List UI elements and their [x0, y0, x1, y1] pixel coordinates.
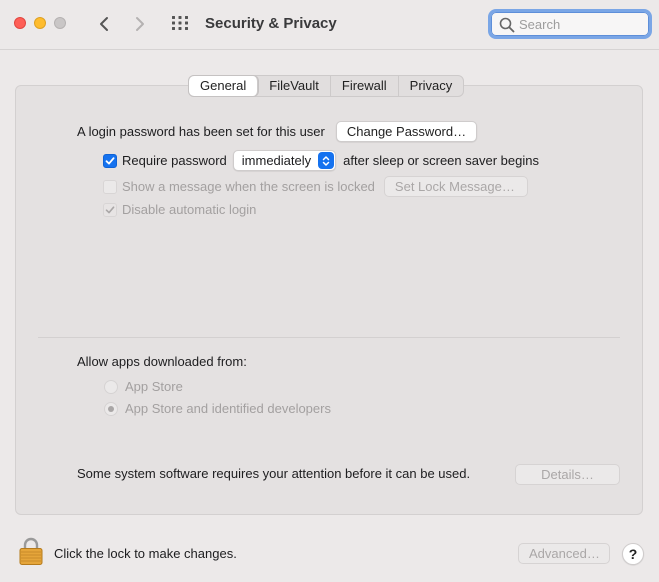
- allow-apps-heading: Allow apps downloaded from:: [77, 354, 247, 369]
- search-field[interactable]: [488, 9, 652, 39]
- tab-firewall[interactable]: Firewall: [331, 76, 399, 96]
- security-privacy-window: Security & Privacy General FileVault Fir…: [0, 0, 659, 582]
- tab-general[interactable]: General: [189, 76, 259, 96]
- title-bar: Security & Privacy: [0, 0, 659, 50]
- require-password-value: immediately: [241, 153, 312, 168]
- lock-button[interactable]: [18, 536, 44, 569]
- show-all-button[interactable]: [170, 14, 192, 34]
- lock-icon: [19, 537, 43, 565]
- section-divider: [38, 337, 620, 338]
- chevron-left-icon: [100, 17, 108, 31]
- radio-app-store-label: App Store: [125, 379, 183, 394]
- advanced-button[interactable]: Advanced…: [518, 543, 610, 564]
- lock-text: Click the lock to make changes.: [54, 546, 237, 561]
- change-password-button[interactable]: Change Password…: [335, 121, 478, 142]
- forward-button[interactable]: [128, 12, 152, 36]
- radio-identified-developers-label: App Store and identified developers: [125, 401, 331, 416]
- minimize-window-button[interactable]: [34, 17, 46, 29]
- require-password-checkbox[interactable]: [103, 153, 117, 168]
- disable-auto-login-label: Disable automatic login: [122, 202, 257, 217]
- details-button[interactable]: Details…: [515, 464, 620, 485]
- radio-identified-developers-row: App Store and identified developers: [104, 401, 331, 416]
- after-sleep-text: after sleep or screen saver begins: [343, 153, 539, 168]
- radio-app-store[interactable]: [104, 379, 118, 394]
- tab-privacy[interactable]: Privacy: [399, 76, 464, 96]
- login-password-row: A login password has been set for this u…: [77, 121, 478, 142]
- checkmark-icon: [105, 205, 115, 213]
- zoom-window-button[interactable]: [54, 17, 66, 29]
- show-message-checkbox[interactable]: [103, 179, 117, 194]
- require-password-row: Require password immediately after sleep…: [103, 150, 539, 171]
- tab-filevault[interactable]: FileVault: [258, 76, 331, 96]
- radio-selected-dot: [108, 405, 114, 412]
- disable-auto-login-checkbox[interactable]: [103, 202, 117, 217]
- window-title: Security & Privacy: [205, 15, 337, 32]
- advanced-button-wrap: Advanced…: [518, 543, 610, 564]
- set-lock-message-button[interactable]: Set Lock Message…: [383, 176, 528, 197]
- radio-identified-developers[interactable]: [104, 401, 118, 416]
- checkmark-icon: [105, 156, 115, 164]
- help-button[interactable]: ?: [622, 543, 644, 565]
- show-message-row: Show a message when the screen is locked…: [103, 176, 528, 197]
- close-window-button[interactable]: [14, 17, 26, 29]
- back-button[interactable]: [92, 12, 116, 36]
- search-icon: [499, 17, 515, 33]
- tab-bar: General FileVault Firewall Privacy: [188, 75, 465, 97]
- details-button-wrap: Details…: [515, 464, 620, 485]
- disable-auto-login-row: Disable automatic login: [103, 202, 256, 217]
- search-input[interactable]: [519, 15, 643, 33]
- radio-app-store-row: App Store: [104, 379, 183, 394]
- system-software-text: Some system software requires your atten…: [77, 466, 471, 481]
- require-password-popup[interactable]: immediately: [232, 150, 337, 171]
- chevron-right-icon: [136, 17, 144, 31]
- popup-arrows-icon: [318, 152, 335, 169]
- require-password-label: Require password: [122, 153, 227, 168]
- login-password-text: A login password has been set for this u…: [77, 124, 325, 139]
- grid-icon: [172, 16, 188, 30]
- show-message-label: Show a message when the screen is locked: [122, 179, 375, 194]
